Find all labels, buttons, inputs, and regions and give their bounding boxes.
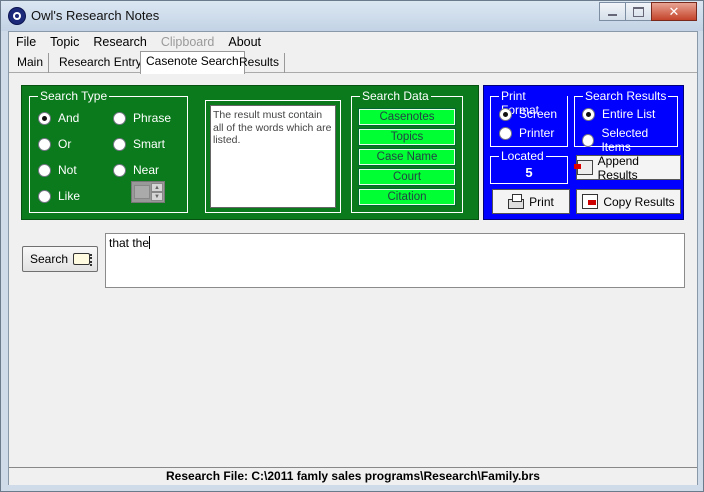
search-query-input[interactable]: that the bbox=[105, 233, 685, 288]
tab-main[interactable]: Main bbox=[12, 53, 50, 73]
radio-like[interactable]: Like bbox=[38, 189, 80, 203]
status-bar: Research File: C:\2011 famly sales progr… bbox=[9, 467, 697, 485]
radio-and-label: And bbox=[58, 111, 80, 125]
search-results-group: Search Results Entire List Selected Item… bbox=[574, 89, 678, 154]
menu-clipboard[interactable]: Clipboard bbox=[154, 35, 222, 49]
radio-or-label: Or bbox=[58, 137, 72, 151]
search-description: The result must contain all of the words… bbox=[210, 105, 336, 208]
radio-like-dot bbox=[38, 189, 51, 203]
radio-or-dot bbox=[38, 137, 51, 151]
radio-smart[interactable]: Smart bbox=[113, 137, 165, 151]
radio-smart-dot bbox=[113, 137, 126, 151]
search-button-label: Search bbox=[29, 252, 69, 266]
owl-app-icon bbox=[8, 7, 26, 25]
radio-near-dot bbox=[113, 163, 126, 177]
radio-printer-label: Printer bbox=[519, 126, 555, 140]
menu-about[interactable]: About bbox=[221, 35, 268, 49]
window-title: Owl's Research Notes bbox=[31, 8, 160, 23]
search-data-group: Search Data Casenotes Topics Case Name C… bbox=[351, 89, 463, 213]
tab-strip: Main Research Entry Casenote Search Resu… bbox=[9, 51, 697, 74]
radio-selected-items-dot bbox=[582, 133, 595, 147]
tab-research-entry[interactable]: Research Entry bbox=[54, 53, 148, 73]
radio-screen[interactable]: Screen bbox=[499, 107, 557, 121]
copy-icon bbox=[582, 194, 599, 209]
append-results-button[interactable]: Append Results bbox=[574, 153, 681, 182]
copy-results-button[interactable]: Copy Results bbox=[576, 189, 681, 214]
spinner-up-icon[interactable]: ▲ bbox=[151, 183, 163, 192]
radio-entire-list-label: Entire List bbox=[602, 107, 656, 121]
printer-icon bbox=[508, 193, 525, 209]
menu-research[interactable]: Research bbox=[86, 35, 154, 49]
radio-printer-dot bbox=[499, 126, 512, 140]
topics-button[interactable]: Topics bbox=[358, 128, 456, 146]
radio-near[interactable]: Near bbox=[113, 163, 159, 177]
minimize-button[interactable] bbox=[599, 2, 626, 21]
radio-smart-label: Smart bbox=[133, 137, 166, 151]
court-button[interactable]: Court bbox=[358, 168, 456, 186]
pointing-hand-icon bbox=[73, 253, 93, 266]
radio-like-label: Like bbox=[58, 189, 81, 203]
radio-phrase-label: Phrase bbox=[133, 111, 172, 125]
maximize-button[interactable] bbox=[625, 2, 652, 21]
spinner-down-icon[interactable]: ▼ bbox=[151, 192, 163, 201]
radio-phrase-dot bbox=[113, 111, 126, 125]
near-distance-spinner[interactable]: ▲ ▼ bbox=[131, 181, 165, 203]
search-data-title: Search Data bbox=[360, 89, 431, 103]
results-options-panel: Print Format Screen Printer Search Resul… bbox=[483, 85, 684, 220]
radio-not-label: Not bbox=[58, 163, 77, 177]
radio-not-dot bbox=[38, 163, 51, 177]
text-caret bbox=[149, 236, 151, 249]
menu-topic[interactable]: Topic bbox=[43, 35, 86, 49]
close-button[interactable]: ✕ bbox=[651, 2, 697, 21]
copy-results-label: Copy Results bbox=[603, 194, 675, 209]
spinner-value-box bbox=[134, 185, 150, 199]
radio-phrase[interactable]: Phrase bbox=[113, 111, 171, 125]
radio-near-label: Near bbox=[133, 163, 160, 177]
radio-selected-items-label: Selected Items bbox=[601, 126, 649, 154]
located-title: Located bbox=[499, 149, 546, 163]
search-button[interactable]: Search bbox=[22, 246, 98, 272]
append-results-label: Append Results bbox=[597, 153, 639, 182]
search-options-panel: Search Type And Or Not Like Phrase Smart bbox=[21, 85, 479, 220]
radio-entire-list-dot bbox=[582, 107, 595, 121]
case-name-button[interactable]: Case Name bbox=[358, 148, 456, 166]
search-type-group: Search Type And Or Not Like Phrase Smart bbox=[29, 89, 188, 213]
description-frame: The result must contain all of the words… bbox=[205, 100, 341, 213]
tab-casenote-search[interactable]: Casenote Search bbox=[140, 51, 245, 74]
radio-entire-list[interactable]: Entire List bbox=[582, 107, 655, 121]
close-icon: ✕ bbox=[668, 3, 680, 19]
radio-not[interactable]: Not bbox=[38, 163, 77, 177]
search-type-title: Search Type bbox=[38, 89, 110, 103]
print-format-group: Print Format Screen Printer bbox=[490, 89, 568, 147]
citation-button[interactable]: Citation bbox=[358, 188, 456, 206]
radio-and[interactable]: And bbox=[38, 111, 79, 125]
client-area: File Topic Research Clipboard About Main… bbox=[8, 31, 698, 485]
title-bar[interactable]: Owl's Research Notes ✕ bbox=[1, 1, 703, 31]
located-group: Located 5 bbox=[490, 149, 568, 184]
print-label: Print bbox=[529, 194, 554, 209]
radio-screen-label: Screen bbox=[519, 107, 558, 121]
menu-file[interactable]: File bbox=[9, 35, 43, 49]
app-window: Owl's Research Notes ✕ File Topic Resear… bbox=[0, 0, 704, 492]
radio-screen-dot bbox=[499, 107, 512, 121]
search-query-text: that the bbox=[109, 236, 150, 250]
menu-bar: File Topic Research Clipboard About bbox=[9, 32, 697, 51]
radio-selected-items[interactable]: Selected Items bbox=[582, 126, 677, 154]
search-results-title: Search Results bbox=[583, 89, 669, 103]
casenotes-button[interactable]: Casenotes bbox=[358, 108, 456, 126]
radio-or[interactable]: Or bbox=[38, 137, 71, 151]
radio-printer[interactable]: Printer bbox=[499, 126, 554, 140]
located-count: 5 bbox=[525, 165, 533, 180]
window-controls: ✕ bbox=[599, 2, 697, 21]
radio-and-dot bbox=[38, 111, 51, 125]
append-icon bbox=[574, 160, 593, 175]
print-button[interactable]: Print bbox=[492, 189, 570, 214]
tab-results[interactable]: Results bbox=[234, 53, 286, 73]
